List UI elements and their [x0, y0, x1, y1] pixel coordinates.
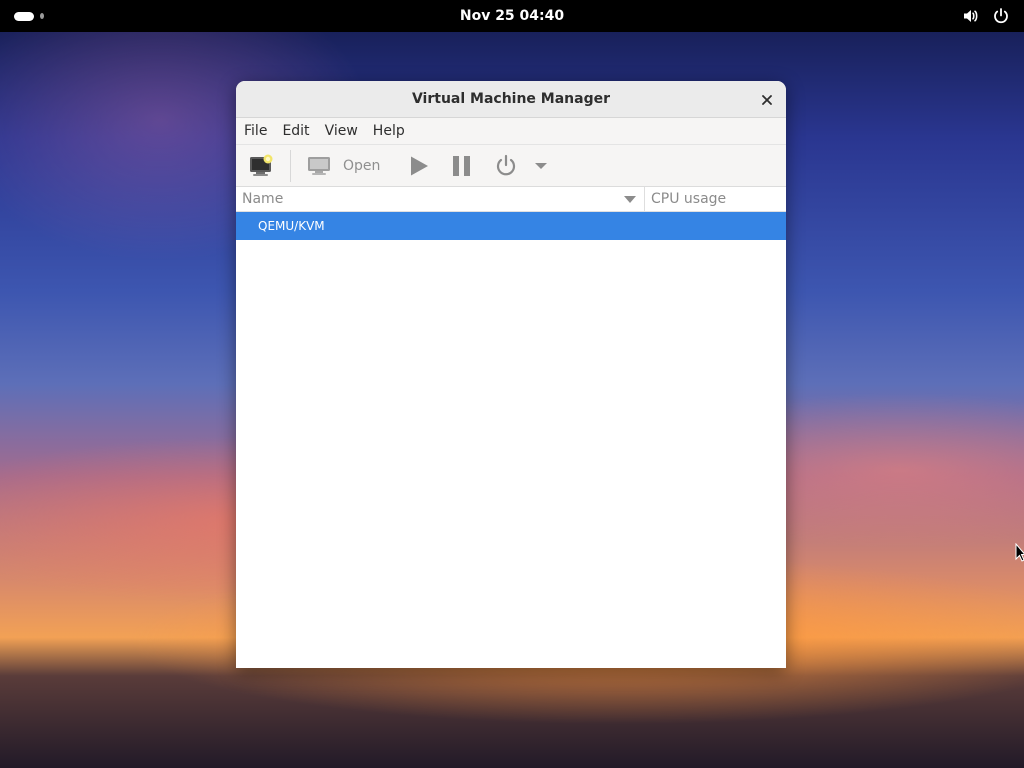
run-button[interactable] [408, 155, 430, 177]
column-header: Name CPU usage [236, 187, 786, 212]
clock[interactable]: Nov 25 04:40 [0, 0, 1024, 32]
menu-file[interactable]: File [244, 123, 267, 139]
column-name-label: Name [242, 191, 284, 207]
new-vm-button[interactable] [248, 154, 274, 178]
dropdown-arrow-icon [535, 162, 548, 169]
pause-button[interactable] [452, 155, 472, 177]
shutdown-button[interactable] [494, 154, 518, 178]
pause-icon [453, 155, 471, 176]
system-tray[interactable] [962, 6, 1010, 26]
volume-icon[interactable] [962, 7, 980, 25]
column-name[interactable]: Name [236, 187, 645, 211]
connection-list[interactable]: QEMU/KVM [236, 212, 786, 240]
menu-view[interactable]: View [325, 123, 358, 139]
top-bar: Nov 25 04:40 [0, 0, 1024, 32]
toolbar: Open [236, 145, 786, 187]
mouse-cursor-icon [1015, 542, 1024, 567]
column-cpu-label: CPU usage [651, 191, 727, 207]
power-icon[interactable] [992, 7, 1010, 25]
open-button[interactable]: Open [307, 155, 380, 177]
column-cpu-usage[interactable]: CPU usage [645, 187, 786, 211]
virt-manager-window: Virtual Machine Manager File Edit View H… [236, 81, 786, 668]
monitor-icon [308, 156, 330, 175]
menu-bar: File Edit View Help [236, 118, 786, 145]
play-icon [411, 156, 429, 175]
close-button[interactable] [756, 89, 778, 111]
list-item[interactable]: QEMU/KVM [236, 212, 786, 240]
open-label: Open [343, 157, 381, 174]
power-icon [497, 154, 516, 175]
close-icon [762, 95, 772, 105]
new-vm-icon [250, 154, 273, 176]
title-bar[interactable]: Virtual Machine Manager [236, 81, 786, 118]
menu-edit[interactable]: Edit [282, 123, 309, 139]
window-title: Virtual Machine Manager [411, 91, 611, 107]
toolbar-separator [290, 149, 291, 182]
shutdown-menu-button[interactable] [534, 161, 548, 171]
connection-name: QEMU/KVM [258, 219, 325, 233]
sort-arrow-icon [624, 196, 636, 203]
menu-help[interactable]: Help [373, 123, 405, 139]
